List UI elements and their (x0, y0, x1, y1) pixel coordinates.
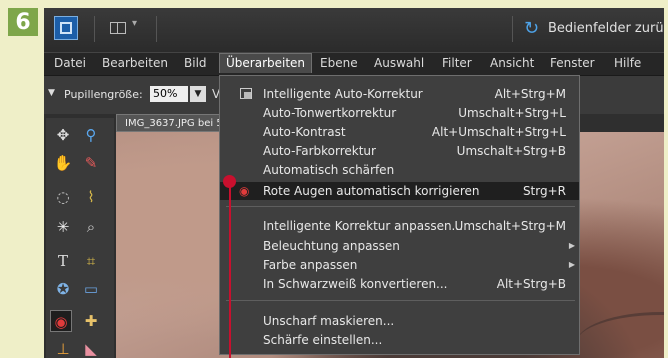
menu-item-label: Schärfe einstellen... (263, 333, 383, 347)
menu-ansicht[interactable]: Ansicht (490, 56, 534, 70)
enhance-menu: Intelligente Auto-Korrektur Alt+Strg+M A… (219, 75, 580, 355)
menu-item-auto-red-eye[interactable]: ◉ Rote Augen automatisch korrigieren Str… (220, 182, 579, 200)
callout-marker (223, 175, 236, 188)
menu-item-label: Auto-Tonwertkorrektur (263, 106, 397, 120)
app-window: ▾ ↻ Bedienfelder zurüc Datei Bearbeiten … (44, 8, 664, 358)
menu-fenster[interactable]: Fenster (550, 56, 595, 70)
menu-filter[interactable]: Filter (442, 56, 472, 70)
menu-item-label: Beleuchtung anpassen (263, 239, 400, 253)
submenu-arrow-icon: ▶ (568, 241, 575, 250)
app-logo-icon[interactable] (54, 16, 78, 40)
menu-bar: Datei Bearbeiten Bild Überarbeiten Ebene… (44, 52, 664, 76)
divider (94, 16, 95, 42)
chevron-down-icon[interactable]: ▾ (132, 18, 137, 29)
eye-detail (576, 312, 664, 358)
menu-item-auto-sharpen[interactable]: Automatisch schärfen (220, 161, 579, 179)
menu-auswahl[interactable]: Auswahl (374, 56, 424, 70)
menu-item-shortcut: Umschalt+Strg+M (454, 219, 566, 233)
menu-item-adjust-lighting[interactable]: Beleuchtung anpassen ▶ (220, 237, 579, 255)
menu-item-label: Intelligente Korrektur anpassen... (263, 219, 464, 233)
eraser-tool-icon[interactable]: ◣ (80, 338, 102, 358)
reset-panels-button[interactable]: Bedienfelder zurüc (548, 21, 664, 36)
menu-item-label: In Schwarzweiß konvertieren... (263, 277, 448, 291)
hand-tool-icon[interactable]: ✋ (52, 152, 74, 174)
pupil-size-dropdown[interactable]: ▼ (190, 86, 206, 102)
menu-item-shortcut: Alt+Strg+B (496, 277, 566, 291)
menu-item-adjust-color[interactable]: Farbe anpassen ▶ (220, 256, 579, 274)
menu-item-shortcut: Strg+R (522, 184, 566, 198)
menu-item-label: Auto-Farbkorrektur (263, 144, 376, 158)
quick-selection-tool-icon[interactable]: ⌕ (80, 216, 102, 238)
menu-bild[interactable]: Bild (184, 56, 207, 70)
menu-item-label: Automatisch schärfen (263, 163, 395, 177)
magic-wand-tool-icon[interactable]: ✳ (52, 216, 74, 238)
menu-item-smart-auto-fix[interactable]: Intelligente Auto-Korrektur Alt+Strg+M (220, 85, 579, 103)
menu-item-label: Auto-Kontrast (263, 125, 346, 139)
menu-item-convert-bw[interactable]: In Schwarzweiß konvertieren... Alt+Strg+… (220, 275, 579, 293)
menu-item-auto-levels[interactable]: Auto-Tonwertkorrektur Umschalt+Strg+L (220, 104, 579, 122)
menu-item-adjust-smart-fix[interactable]: Intelligente Korrektur anpassen... Umsch… (220, 217, 579, 235)
tools-panel: ✥ ⚲ ✋ ✎ ◌ ⌇ ✳ ⌕ T ⌗ ✪ ▭ ◉ ✚ ⊥ ◣ (46, 118, 114, 358)
move-tool-icon[interactable]: ✥ (52, 124, 74, 146)
menu-item-label: Rote Augen automatisch korrigieren (263, 184, 480, 198)
marquee-tool-icon[interactable]: ◌ (52, 186, 74, 208)
menu-ueberarbeiten[interactable]: Überarbeiten (219, 53, 313, 73)
pupil-size-input[interactable]: 50% (150, 86, 188, 102)
cookie-cutter-tool-icon[interactable]: ✪ (52, 278, 74, 300)
pupil-size-label: Pupillengröße: (64, 88, 143, 101)
crop-tool-icon[interactable]: ⌗ (80, 250, 102, 272)
menu-item-label: Farbe anpassen (263, 258, 358, 272)
red-eye-icon: ◉ (239, 184, 250, 198)
menu-item-shortcut: Umschalt+Strg+B (456, 144, 566, 158)
menu-item-label: Intelligente Auto-Korrektur (263, 87, 423, 101)
eyedropper-tool-icon[interactable]: ✎ (80, 152, 102, 174)
callout-line (229, 186, 231, 358)
menu-item-shortcut: Alt+Strg+M (494, 87, 566, 101)
menu-item-auto-color[interactable]: Auto-Farbkorrektur Umschalt+Strg+B (220, 142, 579, 160)
zoom-tool-icon[interactable]: ⚲ (80, 124, 102, 146)
menu-item-label: Unscharf maskieren... (263, 314, 395, 328)
title-bar: ▾ ↻ Bedienfelder zurüc (44, 8, 664, 52)
menu-datei[interactable]: Datei (54, 56, 86, 70)
healing-brush-tool-icon[interactable]: ✚ (80, 310, 102, 332)
submenu-arrow-icon: ▶ (568, 260, 575, 269)
menu-item-adjust-sharpness[interactable]: Schärfe einstellen... (220, 331, 579, 349)
clone-stamp-tool-icon[interactable]: ⊥ (52, 338, 74, 358)
tool-preset-arrow-icon[interactable]: ▼ (48, 88, 55, 98)
type-tool-icon[interactable]: T (52, 250, 74, 272)
layout-icon[interactable] (110, 22, 126, 34)
lasso-tool-icon[interactable]: ⌇ (80, 186, 102, 208)
divider (512, 16, 513, 42)
menu-item-unsharp-mask[interactable]: Unscharf maskieren... (220, 312, 579, 330)
menu-divider (226, 300, 575, 301)
menu-ebene[interactable]: Ebene (320, 56, 358, 70)
step-badge: 6 (8, 8, 38, 36)
menu-hilfe[interactable]: Hilfe (614, 56, 641, 70)
red-eye-tool-icon[interactable]: ◉ (50, 310, 72, 332)
menu-item-auto-contrast[interactable]: Auto-Kontrast Alt+Umschalt+Strg+L (220, 123, 579, 141)
menu-divider (226, 206, 575, 207)
divider (156, 16, 157, 42)
auto-fix-icon (240, 88, 252, 99)
menu-item-shortcut: Alt+Umschalt+Strg+L (431, 125, 566, 139)
menu-item-shortcut: Umschalt+Strg+L (458, 106, 566, 120)
menu-bearbeiten[interactable]: Bearbeiten (102, 56, 168, 70)
refresh-icon[interactable]: ↻ (524, 18, 539, 39)
straighten-tool-icon[interactable]: ▭ (80, 278, 102, 300)
